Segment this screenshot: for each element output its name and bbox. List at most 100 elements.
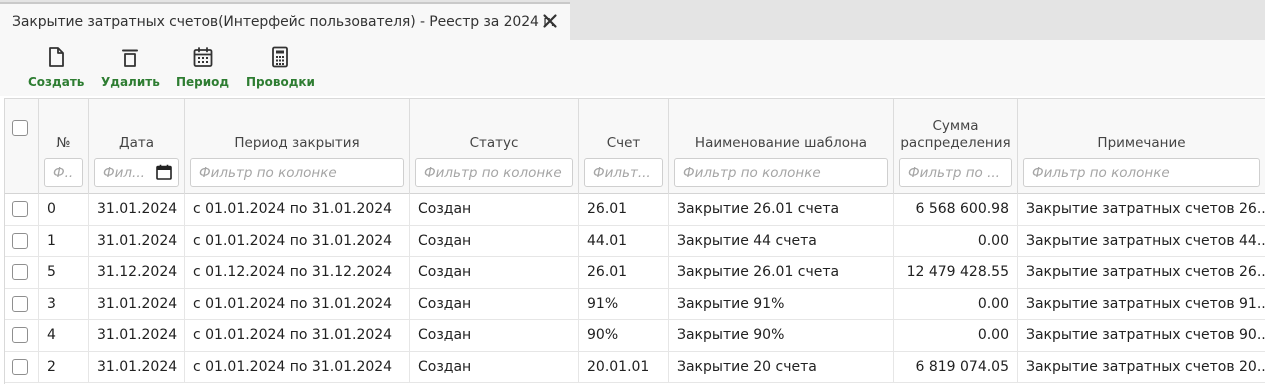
column-title-period: Период закрытия xyxy=(234,135,360,151)
cell-date: 31.12.2024 xyxy=(89,257,185,288)
header-status[interactable]: Статус xyxy=(410,99,579,194)
select-all-checkbox[interactable] xyxy=(12,120,28,136)
cell-amount: 12 479 428.55 xyxy=(894,257,1018,288)
cell-date: 31.01.2024 xyxy=(89,320,185,351)
table-row[interactable]: 1 31.01.2024 с 01.01.2024 по 31.01.2024 Соз… xyxy=(5,225,1265,257)
table-row[interactable]: 4 31.01.2024 с 01.01.2024 по 31.01.2024 Соз… xyxy=(5,320,1265,352)
close-icon[interactable] xyxy=(542,13,558,29)
row-select-cell xyxy=(5,288,39,319)
filter-template-input[interactable] xyxy=(674,158,888,187)
table-row[interactable]: 2 31.01.2024 с 01.01.2024 по 31.01.2024 Соз… xyxy=(5,351,1265,383)
calendar-icon xyxy=(193,47,212,67)
period-button-label: Период xyxy=(176,75,230,89)
toolbar: Создать Удалить Период Проводки xyxy=(0,40,1265,96)
filter-note-input[interactable] xyxy=(1023,158,1260,187)
delete-button-label: Удалить xyxy=(101,75,160,89)
cell-amount: 0.00 xyxy=(894,225,1018,256)
cell-num: 4 xyxy=(39,320,89,351)
row-select-cell xyxy=(5,351,39,382)
row-checkbox[interactable] xyxy=(12,201,28,218)
cell-account: 90% xyxy=(579,320,669,351)
row-checkbox[interactable] xyxy=(12,358,28,375)
row-checkbox[interactable] xyxy=(12,264,28,281)
cell-period: с 01.01.2024 по 31.01.2024 xyxy=(185,225,410,256)
cell-period: с 01.01.2024 по 31.01.2024 xyxy=(185,288,410,319)
trash-icon xyxy=(122,49,139,67)
cell-template: Закрытие 20 счета xyxy=(669,351,894,382)
column-title-note: Примечание xyxy=(1097,135,1186,151)
tab-active[interactable]: Закрытие затратных счетов(Интерфейс поль… xyxy=(0,2,570,40)
cell-num: 2 xyxy=(39,351,89,382)
cell-note: Закрытие затратных счетов 90... xyxy=(1018,320,1265,351)
cell-period: с 01.01.2024 по 31.01.2024 xyxy=(185,351,410,382)
grid-header: № Дата Период закрытия Статус Счет Наиме… xyxy=(5,99,1265,194)
cell-note: Закрытие затратных счетов 26... xyxy=(1018,194,1265,225)
table-row[interactable]: 5 31.12.2024 с 01.12.2024 по 31.12.2024 Соз… xyxy=(5,257,1265,289)
cell-amount: 0.00 xyxy=(894,320,1018,351)
cell-num: 0 xyxy=(39,194,89,225)
tab-strip: Закрытие затратных счетов(Интерфейс поль… xyxy=(0,0,1265,40)
filter-period-input[interactable] xyxy=(190,158,404,187)
cell-status: Создан xyxy=(410,225,579,256)
cell-date: 31.01.2024 xyxy=(89,288,185,319)
cell-amount: 0.00 xyxy=(894,288,1018,319)
column-title-template: Наименование шаблона xyxy=(694,135,868,151)
row-checkbox[interactable] xyxy=(12,295,28,312)
cell-template: Закрытие 26.01 счета xyxy=(669,194,894,225)
cell-date: 31.01.2024 xyxy=(89,225,185,256)
column-title-account: Счет xyxy=(606,135,641,151)
period-button[interactable]: Период xyxy=(176,46,229,89)
filter-num-input[interactable] xyxy=(44,158,83,187)
tab-title: Закрытие затратных счетов(Интерфейс поль… xyxy=(12,14,555,30)
cell-status: Создан xyxy=(410,351,579,382)
cell-date: 31.01.2024 xyxy=(89,194,185,225)
row-select-cell xyxy=(5,194,39,225)
cell-num: 3 xyxy=(39,288,89,319)
cell-account: 20.01.01 xyxy=(579,351,669,382)
column-title-amount-line2: распределения xyxy=(900,135,1011,151)
filter-amount-input[interactable] xyxy=(899,158,1012,187)
cell-period: с 01.01.2024 по 31.01.2024 xyxy=(185,194,410,225)
postings-button-label: Проводки xyxy=(246,75,315,89)
row-select-cell xyxy=(5,257,39,288)
column-title-amount-line1: Сумма xyxy=(932,118,979,134)
cell-status: Создан xyxy=(410,194,579,225)
header-date[interactable]: Дата xyxy=(89,99,185,194)
header-note[interactable]: Примечание xyxy=(1018,99,1265,194)
cell-status: Создан xyxy=(410,320,579,351)
row-checkbox[interactable] xyxy=(12,232,28,249)
cell-period: с 01.12.2024 по 31.12.2024 xyxy=(185,257,410,288)
create-button[interactable]: Создать xyxy=(28,46,84,89)
calendar-icon[interactable] xyxy=(156,164,172,180)
cell-account: 26.01 xyxy=(579,194,669,225)
table-row[interactable]: 0 31.01.2024 с 01.01.2024 по 31.01.2024 Соз… xyxy=(5,194,1265,226)
row-checkbox[interactable] xyxy=(12,327,28,344)
column-title-amount: Сумма распределения xyxy=(894,118,1017,152)
filter-account-input[interactable] xyxy=(584,158,663,187)
header-period[interactable]: Период закрытия xyxy=(185,99,410,194)
cell-num: 1 xyxy=(39,225,89,256)
filter-status-input[interactable] xyxy=(415,158,573,187)
header-amount[interactable]: Сумма распределения xyxy=(894,99,1018,194)
cell-template: Закрытие 44 счета xyxy=(669,225,894,256)
postings-button[interactable]: Проводки xyxy=(246,46,315,89)
cell-status: Создан xyxy=(410,288,579,319)
cell-template: Закрытие 91% xyxy=(669,288,894,319)
column-title-date: Дата xyxy=(119,135,154,151)
create-button-label: Создать xyxy=(28,75,85,89)
header-account[interactable]: Счет xyxy=(579,99,669,194)
header-template[interactable]: Наименование шаблона xyxy=(669,99,894,194)
row-select-cell xyxy=(5,225,39,256)
cell-account: 26.01 xyxy=(579,257,669,288)
delete-button[interactable]: Удалить xyxy=(101,46,160,89)
table-row[interactable]: 3 31.01.2024 с 01.01.2024 по 31.01.2024 Соз… xyxy=(5,288,1265,320)
cell-note: Закрытие затратных счетов 91... xyxy=(1018,289,1265,320)
column-title-num: № xyxy=(56,135,71,151)
cell-template: Закрытие 26.01 счета xyxy=(669,257,894,288)
cell-account: 44.01 xyxy=(579,225,669,256)
cell-amount: 6 568 600.98 xyxy=(894,194,1018,225)
header-num[interactable]: № xyxy=(39,99,89,194)
registry-grid: № Дата Период закрытия Статус Счет Наиме… xyxy=(4,98,1265,384)
header-select-cell xyxy=(5,99,39,194)
cell-template: Закрытие 90% xyxy=(669,320,894,351)
